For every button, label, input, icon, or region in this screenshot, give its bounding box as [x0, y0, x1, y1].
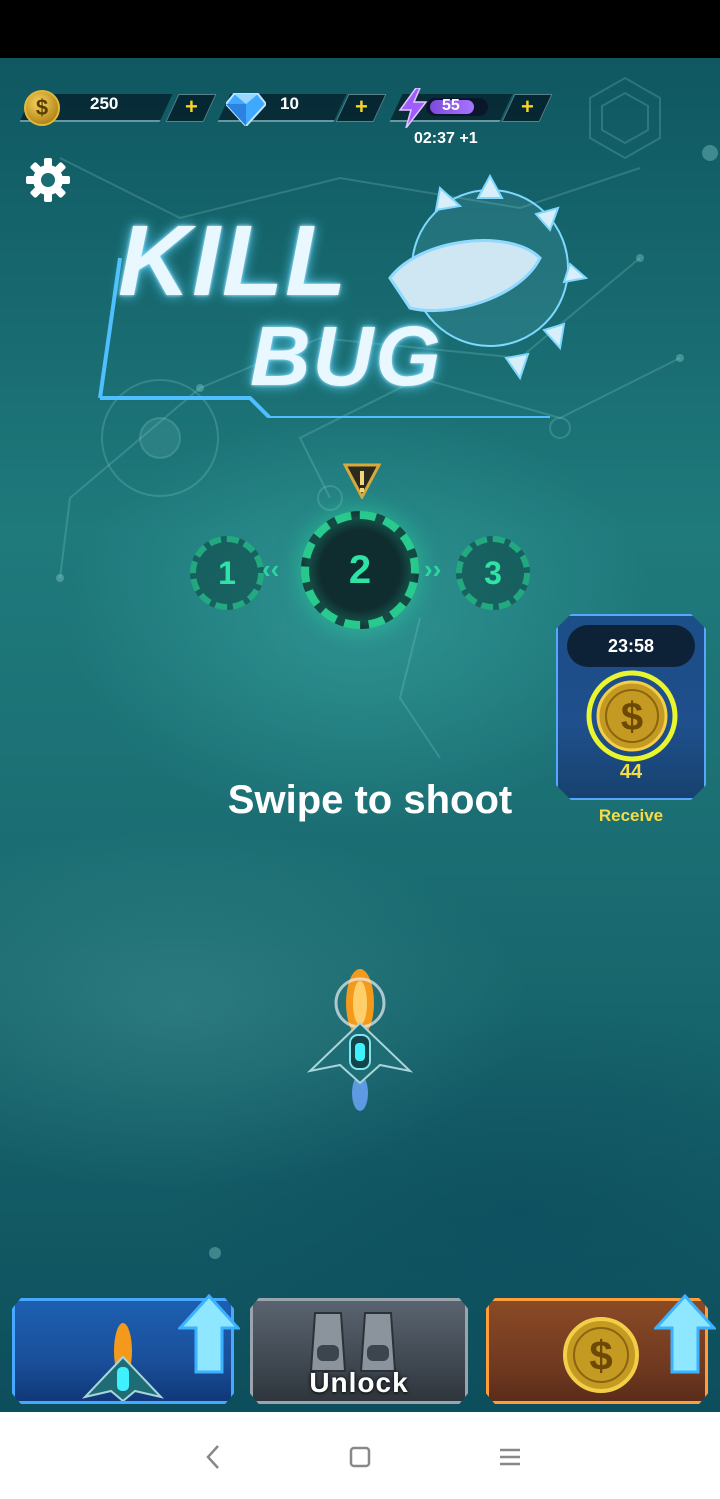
menu-icon[interactable] [495, 1442, 525, 1472]
unlock-label: Unlock [309, 1367, 409, 1398]
chevron-right-icon: ›› [424, 554, 442, 584]
add-coins-button[interactable]: + [165, 94, 217, 122]
lightning-icon [398, 88, 428, 128]
logo-bug: BUG [250, 309, 443, 403]
stage-2-current[interactable]: 2 [301, 511, 419, 629]
gear-icon[interactable] [24, 156, 72, 204]
coin-count: 250 [90, 94, 119, 113]
coin-icon: $ [24, 90, 60, 126]
plus-icon: + [185, 94, 198, 119]
energy-count: 55 [442, 97, 460, 114]
reward-timer: 23:58 [567, 625, 695, 667]
game-screen[interactable]: $ 250 + 10 + 55 + 02:37 +1 KILL BUG 1 ‹‹… [0, 58, 720, 1412]
plus-icon: + [521, 94, 534, 119]
add-energy-button[interactable]: + [501, 94, 553, 122]
coin-icon: $ [586, 670, 678, 762]
plus-icon: + [355, 94, 368, 119]
add-gems-button[interactable]: + [335, 94, 387, 122]
back-icon[interactable] [198, 1442, 228, 1472]
logo-kill: KILL [118, 205, 349, 317]
warning-icon [343, 463, 381, 499]
swipe-hint: Swipe to shoot [227, 778, 513, 822]
player-ship[interactable] [300, 963, 420, 1113]
home-icon[interactable] [345, 1442, 375, 1472]
status-bar [0, 0, 720, 58]
svg-text:$: $ [621, 695, 643, 739]
chevron-left-icon: ‹‹ [262, 554, 280, 584]
arrow-up-icon [654, 1294, 716, 1374]
stage-3-button[interactable]: 3 [456, 536, 530, 610]
gem-icon [226, 93, 266, 126]
system-nav-bar [0, 1412, 720, 1499]
stage-1-button[interactable]: 1 [190, 536, 264, 610]
energy-timer: 02:37 +1 [414, 130, 478, 147]
game-logo: KILL BUG [90, 168, 610, 418]
arrow-up-icon [178, 1294, 240, 1374]
gem-count: 10 [280, 94, 299, 113]
svg-text:$: $ [589, 1332, 612, 1379]
